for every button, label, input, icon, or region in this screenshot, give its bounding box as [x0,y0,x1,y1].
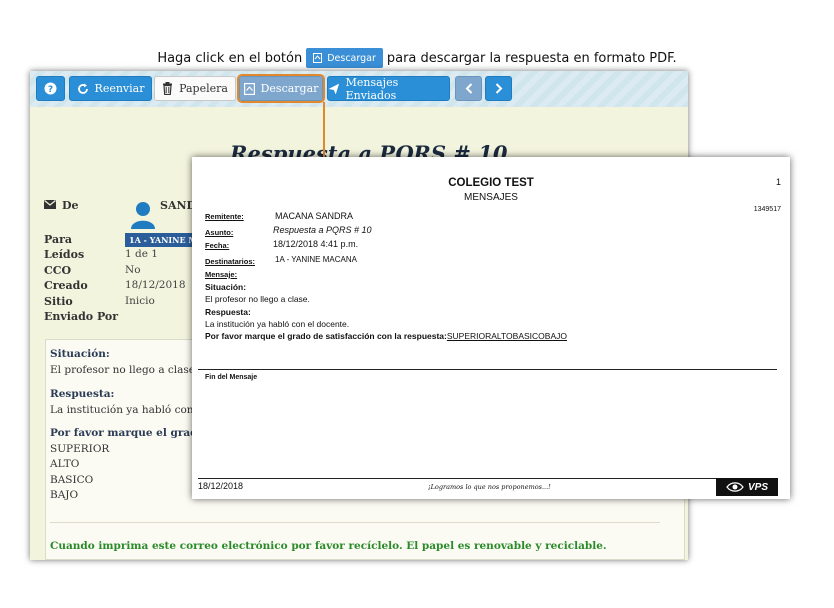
field-value-creado: 18/12/2018 [125,279,186,291]
instruction-line: Haga click en el botón Descargar para de… [0,47,834,69]
field-value-leidos: 1 de 1 [125,248,158,260]
pdf-recipients-value: 1A - YANINE MACANA [275,255,357,264]
body-situation-text: El profesor no llego a clase. [50,364,199,376]
previous-button[interactable] [455,76,482,101]
instruction-prefix: Haga click en el botón [157,50,303,66]
pdf-footer-rule [198,478,777,479]
field-value-sitio: Inicio [125,295,155,307]
survey-option[interactable]: SUPERIOR [50,443,109,455]
avatar-icon [131,202,155,229]
pdf-subject-label: Asunto: [205,228,234,237]
instruction-suffix: para descargar la respuesta en formato P… [386,50,677,66]
trash-icon [163,82,173,95]
from-label: De [62,199,79,212]
chevron-right-icon [495,83,502,94]
field-label-leidos: Leídos [44,248,85,261]
toolbar: ? Reenviar Papelera Descargar Mensajes E… [30,71,688,107]
callout-connector [323,102,325,160]
pdf-footer-date: 18/12/2018 [198,481,244,491]
body-response-text: La institución ya habló con el [50,404,207,416]
recycle-note: Cuando imprima este correo electrónico p… [50,540,607,552]
pdf-sender-value: MACANA SANDRA [275,211,354,221]
pdf-end-label: Fin del Mensaje [205,374,258,381]
survey-option[interactable]: BASICO [50,474,93,486]
pdf-page-number: 1 [775,177,781,187]
pdf-response-text: La institución ya habló con el docente. [205,319,350,329]
body-divider [50,522,660,523]
pdf-message-label: Mensaje: [205,270,238,279]
pdf-subject-value: Respuesta a PQRS # 10 [273,225,372,235]
inline-download-label: Descargar [327,52,376,64]
pdf-preview: COLEGIO TEST MENSAJES 1 1349517 Remitent… [192,157,790,499]
pdf-situation-label: Situación: [205,282,247,292]
pdf-survey-options: SUPERIORALTOBASICOBAJO [446,331,567,341]
download-label: Descargar [260,82,319,95]
vps-logo: VPS [716,478,778,496]
file-download-icon [313,53,323,63]
download-button[interactable]: Descargar [237,74,325,103]
eye-icon [726,482,744,492]
resend-label: Reenviar [94,82,145,95]
inline-download-button: Descargar [306,48,383,68]
question-icon: ? [44,82,57,95]
pdf-response-label: Respuesta: [205,307,251,317]
sent-messages-button[interactable]: Mensajes Enviados [327,75,450,102]
pdf-sender-label: Remitente: [205,212,244,221]
field-value-cco: No [125,264,141,276]
body-response-label: Respuesta: [50,388,115,400]
trash-button[interactable]: Papelera [154,76,236,101]
pdf-survey-label: Por favor marque el grado de satisfacció… [205,331,567,341]
pdf-end-rule [198,369,777,370]
pdf-subtitle: MENSAJES [464,192,518,203]
field-label-sitio: Sitio [44,295,73,308]
envelope-icon [44,200,56,209]
pdf-date-label: Fecha: [205,241,230,250]
pdf-date-value: 18/12/2018 4:41 p.m. [273,239,359,249]
vps-logo-text: VPS [747,481,768,493]
field-label-cco: CCO [44,264,72,277]
refresh-icon [77,83,88,94]
survey-option[interactable]: ALTO [50,458,79,470]
field-label-para: Para [44,233,73,246]
pdf-situation-text: El profesor no llego a clase. [205,294,310,304]
file-download-icon [243,82,255,95]
body-situation-label: Situación: [50,348,110,360]
sent-messages-label: Mensajes Enviados [345,75,399,102]
trash-label: Papelera [179,82,228,95]
survey-option[interactable]: BAJO [50,489,78,501]
body-survey-label: Por favor marque el grado d [50,427,216,439]
pdf-survey-question: Por favor marque el grado de satisfacció… [205,331,447,341]
pdf-title: COLEGIO TEST [448,177,534,189]
pdf-recipients-label: Destinatarios: [205,257,256,266]
pdf-ref-number: 1349517 [753,206,781,213]
resend-button[interactable]: Reenviar [69,76,152,101]
pdf-footer-motto: ¡Logramos lo que nos proponemos...! [428,483,551,491]
help-button[interactable]: ? [36,76,65,101]
next-button[interactable] [485,76,512,101]
chevron-left-icon [465,83,472,94]
field-label-enviado-por: Enviado Por [44,310,119,323]
svg-text:?: ? [48,85,53,95]
send-icon [328,83,340,94]
field-label-creado: Creado [44,279,88,292]
